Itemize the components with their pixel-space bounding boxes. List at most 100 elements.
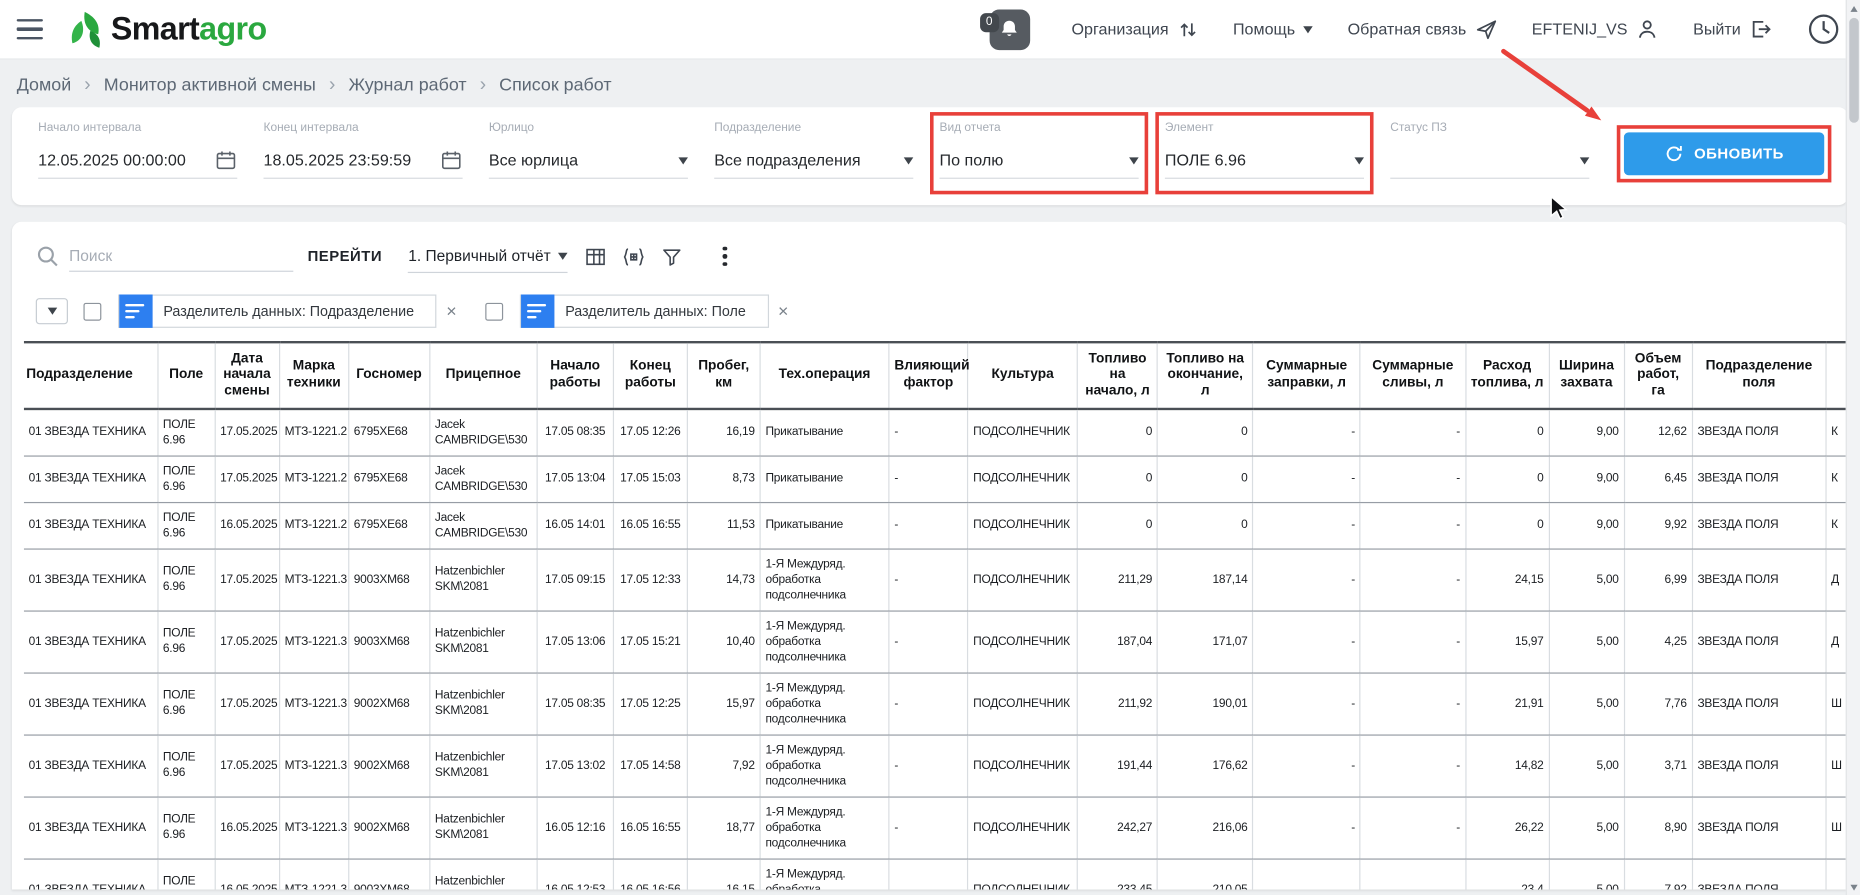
column-header-12[interactable]: Культура bbox=[968, 342, 1078, 409]
filter-field-7[interactable]: Статус ПЗ bbox=[1390, 122, 1589, 179]
column-header-19[interactable]: Объем работ, га bbox=[1624, 342, 1692, 409]
scrollbar-thumb[interactable] bbox=[1849, 18, 1859, 123]
table-row[interactable]: 01 ЗВЕЗДА ТЕХНИКАПОЛЕ 6.9617.05.2025МТЗ-… bbox=[24, 734, 1848, 796]
column-header-17[interactable]: Расход топлива, л bbox=[1465, 342, 1549, 409]
cell: 15,97 bbox=[687, 672, 760, 734]
menu-icon[interactable] bbox=[17, 18, 43, 39]
table-view-icon[interactable] bbox=[580, 241, 611, 272]
cell: 1-Я Междуряд. обработка подсолнечника bbox=[760, 610, 889, 672]
cell: 24,15 bbox=[1465, 548, 1549, 610]
table-row[interactable]: 01 ЗВЕЗДА ТЕХНИКАПОЛЕ 6.9617.05.2025МТЗ-… bbox=[24, 455, 1848, 502]
separator-group-2: Разделитель данных: Поле × bbox=[485, 295, 817, 328]
refresh-icon bbox=[1664, 144, 1683, 163]
scroll-up-button[interactable] bbox=[1847, 0, 1860, 17]
search-input[interactable] bbox=[69, 241, 293, 272]
filter-field-1[interactable]: Начало интервала12.05.2025 00:00:00 bbox=[38, 122, 237, 179]
remove-separator-icon[interactable]: × bbox=[778, 302, 788, 320]
data-separator-icon bbox=[521, 295, 554, 328]
column-header-3[interactable]: Дата начала смены bbox=[215, 342, 279, 409]
cell: 16,19 bbox=[687, 409, 760, 456]
chevron-down-icon bbox=[904, 157, 914, 164]
column-header-13[interactable]: Топливо на начало, л bbox=[1078, 342, 1158, 409]
vertical-scrollbar[interactable] bbox=[1846, 0, 1860, 895]
filter-label: Подразделение bbox=[714, 122, 913, 139]
help-menu-item[interactable]: Помощь bbox=[1233, 20, 1313, 38]
separator-chip-label: Разделитель данных: Подразделение bbox=[163, 303, 414, 320]
cell: 17.05 12:33 bbox=[613, 548, 687, 610]
cell: ЗВЕЗДА ПОЛЯ bbox=[1692, 455, 1826, 502]
expand-select[interactable] bbox=[36, 298, 68, 324]
breadcrumb-item-1[interactable]: Домой bbox=[17, 75, 71, 95]
report-type-select[interactable]: 1. Первичный отчёт bbox=[408, 240, 568, 273]
cell: 1-Я Междуряд. обработка подсолнечника bbox=[760, 734, 889, 796]
separator-checkbox[interactable] bbox=[485, 302, 503, 320]
cell: 17.05.2025 bbox=[215, 734, 279, 796]
column-header-14[interactable]: Топливо на окончание, л bbox=[1157, 342, 1252, 409]
separator-checkbox[interactable] bbox=[83, 302, 101, 320]
breadcrumb: Домой›Монитор активной смены›Журнал рабо… bbox=[0, 60, 1860, 108]
logout-menu-item[interactable]: Выйти bbox=[1693, 18, 1772, 41]
table-row[interactable]: 01 ЗВЕЗДА ТЕХНИКАПОЛЕ 6.9616.05.2025МТЗ-… bbox=[24, 502, 1848, 549]
column-header-11[interactable]: Влияющий фактор bbox=[889, 342, 968, 409]
logout-icon bbox=[1749, 18, 1772, 41]
column-header-15[interactable]: Суммарные заправки, л bbox=[1253, 342, 1360, 409]
cell: 176,62 bbox=[1157, 734, 1252, 796]
column-header-5[interactable]: Госномер bbox=[348, 342, 429, 409]
export-grid-icon[interactable] bbox=[618, 241, 649, 272]
table-row[interactable]: 01 ЗВЕЗДА ТЕХНИКАПОЛЕ 6.9617.05.2025МТЗ-… bbox=[24, 409, 1848, 456]
cell: 9,00 bbox=[1549, 409, 1624, 456]
column-header-2[interactable]: Поле bbox=[157, 342, 214, 409]
cell: 16,15 bbox=[687, 858, 760, 889]
refresh-button[interactable]: ОБНОВИТЬ bbox=[1624, 132, 1824, 175]
cell: ПОДСОЛНЕЧНИК bbox=[968, 502, 1078, 549]
cell: 1-Я Междуряд. обработка подсолнечника bbox=[760, 548, 889, 610]
column-header-4[interactable]: Марка техники bbox=[279, 342, 348, 409]
separator-chip[interactable]: Разделитель данных: Поле bbox=[520, 295, 769, 328]
data-separator-icon bbox=[119, 295, 152, 328]
breadcrumb-item-2[interactable]: Монитор активной смены bbox=[104, 75, 316, 95]
table-row[interactable]: 01 ЗВЕЗДА ТЕХНИКАПОЛЕ 6.9617.05.2025МТЗ-… bbox=[24, 672, 1848, 734]
column-header-8[interactable]: Конец работы bbox=[613, 342, 687, 409]
column-header-10[interactable]: Тех.операция bbox=[760, 342, 889, 409]
cell: - bbox=[1253, 455, 1360, 502]
filter-field-3[interactable]: ЮрлицоВсе юрлица bbox=[489, 122, 688, 179]
column-header-7[interactable]: Начало работы bbox=[537, 342, 613, 409]
filter-field-2[interactable]: Конец интервала18.05.2025 23:59:59 bbox=[264, 122, 463, 179]
cell: 16.05 16:56 bbox=[613, 858, 687, 889]
user-menu-item[interactable]: EFTENIJ_VS bbox=[1532, 18, 1659, 41]
column-header-1[interactable]: Подразделение bbox=[24, 342, 158, 409]
notifications-button[interactable]: 0 bbox=[989, 9, 1030, 50]
filter-field-4[interactable]: ПодразделениеВсе подразделения bbox=[714, 122, 913, 179]
go-button[interactable]: ПЕРЕЙТИ bbox=[308, 248, 382, 265]
scroll-down-button[interactable] bbox=[1847, 879, 1860, 895]
remove-separator-icon[interactable]: × bbox=[446, 302, 456, 320]
filter-field-5[interactable]: Вид отчетаПо полю bbox=[940, 122, 1139, 179]
feedback-menu-item[interactable]: Обратная связь bbox=[1348, 18, 1498, 41]
table-row[interactable]: 01 ЗВЕЗДА ТЕХНИКАПОЛЕ 6.9616.05.2025МТЗ-… bbox=[24, 796, 1848, 858]
cell: 26,22 bbox=[1465, 796, 1549, 858]
more-menu-icon[interactable] bbox=[718, 242, 732, 271]
recent-activity-button[interactable] bbox=[1806, 12, 1841, 47]
filter-icon[interactable] bbox=[656, 241, 687, 272]
cell: 6,99 bbox=[1624, 548, 1692, 610]
cell: Прикатывание bbox=[760, 409, 889, 456]
cell: 5,00 bbox=[1549, 796, 1624, 858]
app-root: Smartagro 0 Организация Помощь bbox=[0, 0, 1860, 895]
table-row[interactable]: 01 ЗВЕЗДА ТЕХНИКАПОЛЕ 6.9617.05.2025МТЗ-… bbox=[24, 610, 1848, 672]
separator-chip[interactable]: Разделитель данных: Подразделение bbox=[118, 295, 437, 328]
breadcrumb-item-4[interactable]: Список работ bbox=[499, 75, 611, 95]
breadcrumb-item-3[interactable]: Журнал работ bbox=[348, 75, 466, 95]
column-header-20[interactable]: Подразделение поля bbox=[1692, 342, 1826, 409]
column-header-18[interactable]: Ширина захвата bbox=[1549, 342, 1624, 409]
cell: 5,00 bbox=[1549, 858, 1624, 889]
table-row[interactable]: 01 ЗВЕЗДА ТЕХНИКАПОЛЕ 6.9617.05.2025МТЗ-… bbox=[24, 548, 1848, 610]
logo[interactable]: Smartagro bbox=[67, 9, 267, 50]
column-header-16[interactable]: Суммарные сливы, л bbox=[1360, 342, 1465, 409]
column-header-6[interactable]: Прицепное bbox=[430, 342, 537, 409]
table-row[interactable]: 01 ЗВЕЗДА ТЕХНИКАПОЛЕ 6.9616.05.2025МТЗ-… bbox=[24, 858, 1848, 889]
separator-chips: Разделитель данных: Подразделение×Раздел… bbox=[24, 291, 1848, 341]
cell: МТЗ-1221.3 bbox=[279, 610, 348, 672]
column-header-9[interactable]: Пробег, км bbox=[687, 342, 760, 409]
filter-field-6[interactable]: ЭлементПОЛЕ 6.96 bbox=[1165, 122, 1364, 179]
organization-menu-item[interactable]: Организация bbox=[1072, 18, 1199, 39]
